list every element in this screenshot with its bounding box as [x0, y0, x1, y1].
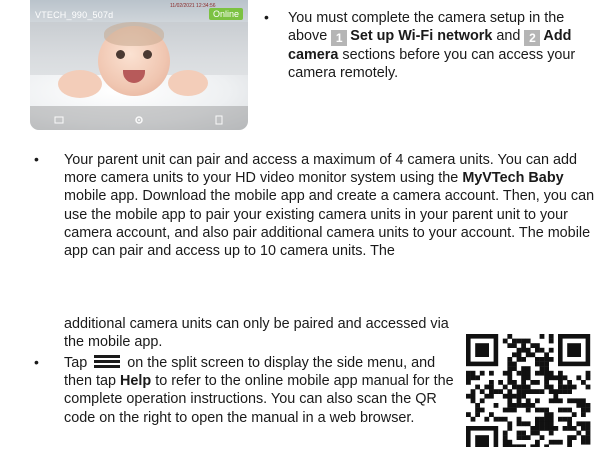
pairing-paragraph: Your parent unit can pair and access a m… [64, 151, 609, 260]
preview-bottom-bar [30, 106, 248, 130]
baby-hair [104, 22, 164, 46]
baby-left-arm [58, 70, 102, 98]
bullet-para2: • [34, 354, 39, 370]
pairing-text-3: additional camera units can only be pair… [64, 316, 449, 351]
app-name: MyVTech Baby [462, 170, 564, 187]
step-1-badge: 1 [331, 30, 348, 47]
bullet-top: • [264, 9, 269, 25]
help-text-1: Tap [64, 355, 88, 371]
setup-note: You must complete the camera setup in th… [288, 9, 594, 83]
step-1-label: Set up Wi-Fi network [350, 28, 493, 45]
manual-qr-code[interactable] [464, 334, 592, 452]
gallery-icon[interactable] [54, 115, 64, 125]
help-keyword: Help [120, 373, 152, 390]
baby-left-eye [116, 50, 125, 59]
baby-right-eye [143, 50, 152, 59]
settings-icon[interactable] [134, 115, 144, 125]
camera-name-label: VTECH_990_507d [35, 10, 114, 20]
help-paragraph: Tap on the split screen to display the s… [64, 354, 456, 427]
pairing-text-2: mobile app. Download the mobile app and … [64, 188, 595, 260]
setup-note-and: and [496, 28, 521, 45]
step-2-badge: 2 [524, 30, 541, 47]
pairing-paragraph-end: additional camera units can only be pair… [64, 315, 452, 351]
camera-preview-thumbnail: 11/02/2021 12:34:56 VTECH_990_507d Onlin… [30, 0, 248, 130]
bullet-para1: • [34, 151, 39, 167]
menu-icon [94, 355, 121, 368]
baby-right-arm [168, 70, 208, 96]
record-icon[interactable] [214, 115, 224, 125]
online-status-badge: Online [208, 8, 243, 20]
